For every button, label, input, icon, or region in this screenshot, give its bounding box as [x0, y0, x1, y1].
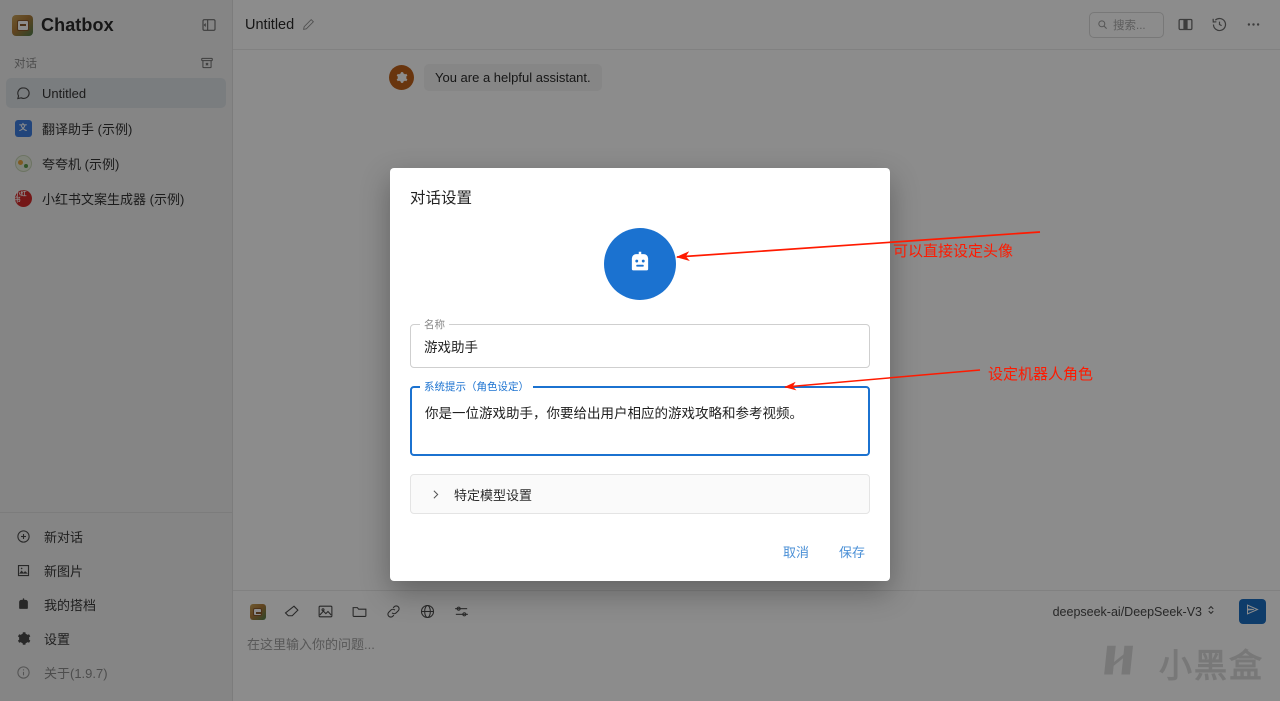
robot-avatar-icon[interactable]: [604, 228, 676, 300]
avatar-section: [410, 208, 870, 324]
save-button[interactable]: 保存: [837, 538, 867, 565]
name-field[interactable]: 名称 游戏助手: [410, 317, 870, 368]
model-settings-accordion[interactable]: 特定模型设置: [410, 474, 870, 514]
system-prompt-field[interactable]: 系统提示（角色设定） 你是一位游戏助手，你要给出用户相应的游戏攻略和参考视频。: [410, 379, 870, 456]
dialog-actions: 取消 保存: [410, 538, 870, 581]
dialog-title: 对话设置: [410, 190, 473, 207]
name-field-value[interactable]: 游戏助手: [410, 324, 870, 368]
app-root: Chatbox 对话 Untitled 文 翻译助手 (示例) 夸夸机 (示例)…: [0, 0, 1280, 701]
cancel-button[interactable]: 取消: [781, 538, 811, 565]
system-prompt-label: 系统提示（角色设定）: [420, 379, 533, 394]
model-settings-label: 特定模型设置: [454, 487, 533, 503]
system-prompt-value[interactable]: 你是一位游戏助手，你要给出用户相应的游戏攻略和参考视频。: [410, 386, 870, 456]
name-field-label: 名称: [420, 317, 449, 332]
chevron-right-icon: [429, 488, 442, 501]
conversation-settings-dialog: 对话设置 名称 游戏助手 系统提示（角色设定） 你是一位游戏助手，你要给出用户相…: [390, 168, 890, 581]
